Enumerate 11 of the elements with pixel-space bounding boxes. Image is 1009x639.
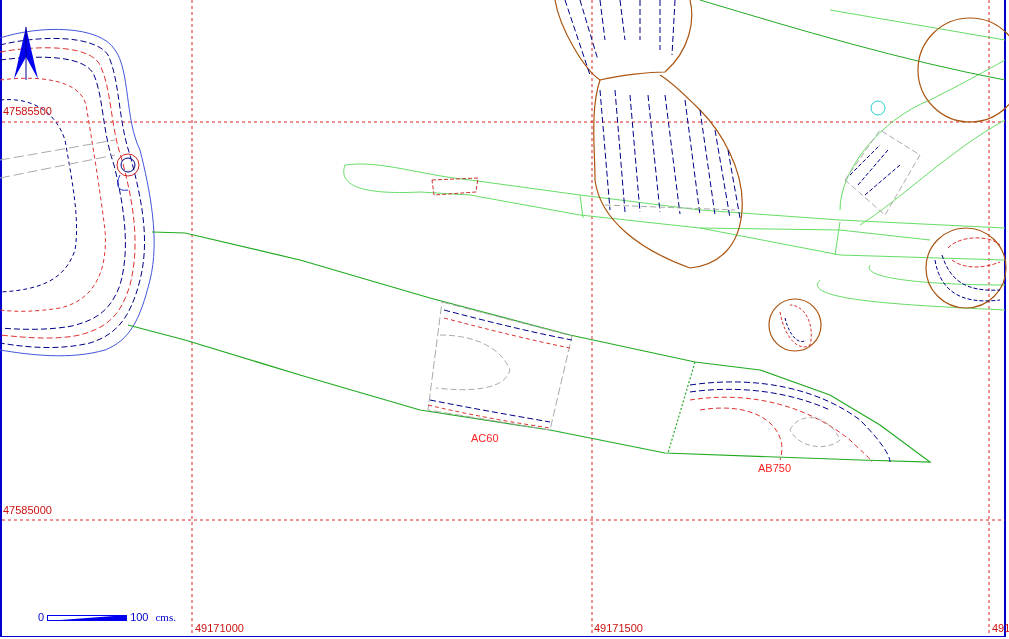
- grid-coordinate-label: 49171000: [195, 623, 244, 634]
- scale-start-label: 0: [38, 612, 45, 623]
- scale-end-label: 100: [130, 612, 149, 623]
- grid-coordinate-label: 47585000: [3, 505, 52, 516]
- grid-coordinate-label: 47585500: [3, 106, 52, 117]
- scale-bar-icon: [47, 614, 128, 621]
- north-arrow-icon: [12, 27, 40, 80]
- parcel-label: AC60: [471, 433, 499, 444]
- scale-unit-label: cms.: [155, 612, 176, 623]
- grid-coordinate-label: 49171500: [594, 623, 643, 634]
- parcel-label: AB750: [758, 463, 792, 474]
